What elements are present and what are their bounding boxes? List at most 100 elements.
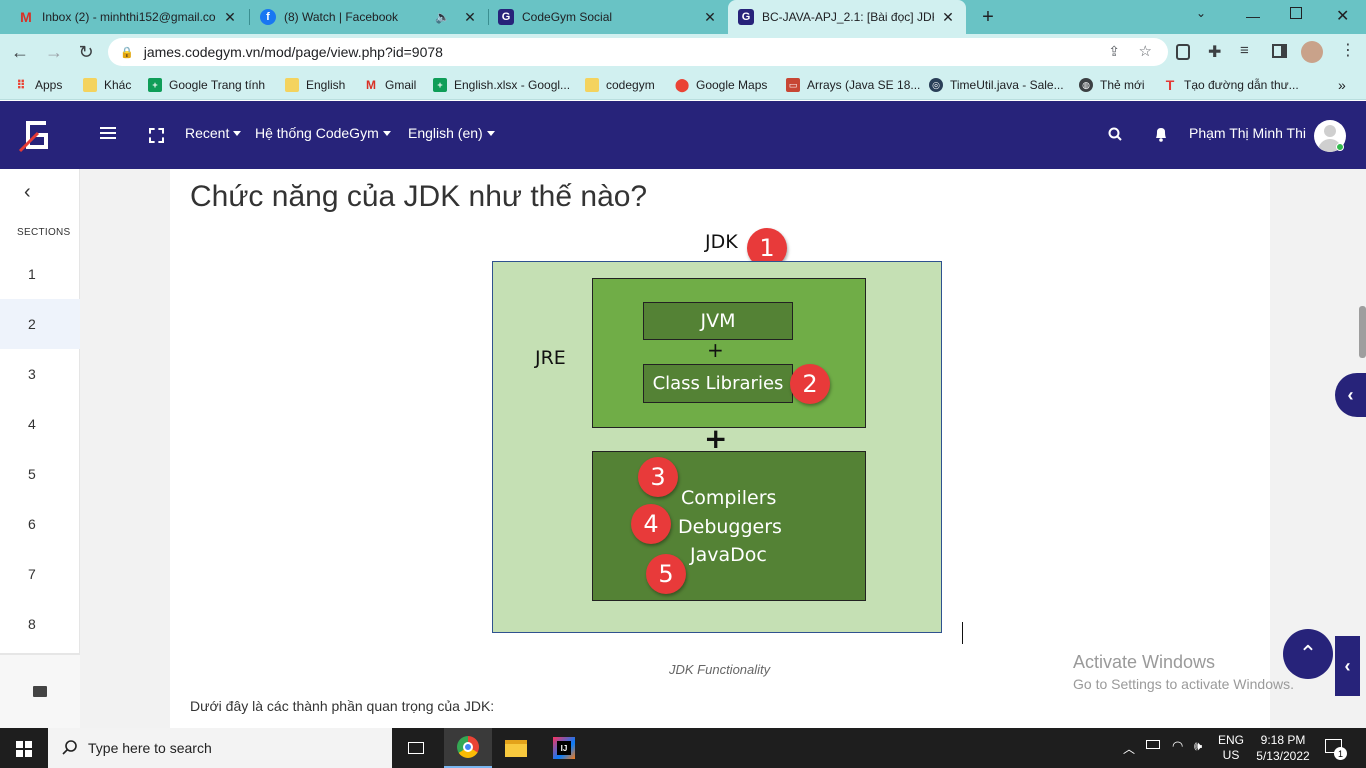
chevron-left-icon: ‹ bbox=[1344, 655, 1351, 676]
page-scrollbar-thumb[interactable] bbox=[1359, 306, 1366, 358]
bookmark-star-icon[interactable]: ☆ bbox=[1139, 42, 1152, 60]
nav-he-thong[interactable]: Hệ thống CodeGym bbox=[255, 125, 391, 141]
tab-facebook[interactable]: f (8) Watch | Facebook 🔈 ✕ bbox=[250, 0, 488, 34]
section-link-5[interactable]: 5 bbox=[0, 449, 80, 499]
chrome-taskbar-icon[interactable] bbox=[444, 728, 492, 768]
section-link-7[interactable]: 7 bbox=[0, 549, 80, 599]
bookmark-khac[interactable]: Khác bbox=[83, 76, 131, 94]
tab-title: (8) Watch | Facebook bbox=[284, 10, 399, 24]
bookmark-tao-duong-dan[interactable]: T Tạo đường dẫn thư... bbox=[1163, 76, 1299, 94]
side-panel-icon[interactable] bbox=[1272, 44, 1287, 58]
new-tab-icon[interactable]: + bbox=[976, 5, 1000, 29]
bookmark-label: Tạo đường dẫn thư... bbox=[1184, 78, 1299, 92]
bookmark-timeutil[interactable]: ◎ TimeUtil.java - Sale... bbox=[929, 76, 1064, 94]
close-tab-icon[interactable]: ✕ bbox=[702, 9, 718, 26]
diagram-compilers: Compilers bbox=[681, 487, 777, 509]
intellij-idea-icon[interactable]: IJ bbox=[540, 728, 588, 768]
fullscreen-icon[interactable] bbox=[149, 128, 164, 143]
clock-time: 9:18 PM bbox=[1260, 733, 1306, 747]
tray-chevron-up-icon[interactable]: ︿ bbox=[1123, 740, 1135, 757]
volume-icon[interactable]: 🕪 bbox=[1194, 738, 1202, 754]
course-index-sidebar: ‹ SECTIONS 1 2 3 4 5 6 7 8 bbox=[0, 169, 80, 728]
windows-start-icon[interactable] bbox=[16, 741, 32, 757]
hamburger-menu-icon[interactable] bbox=[100, 125, 116, 139]
bookmark-label: codegym bbox=[606, 78, 655, 92]
bookmark-label: Google Trang tính bbox=[169, 78, 266, 92]
folder-icon bbox=[285, 78, 299, 92]
section-link-3[interactable]: 3 bbox=[0, 349, 80, 399]
back-icon[interactable]: ← bbox=[8, 40, 32, 64]
media-control-icon[interactable]: ≡ bbox=[1240, 42, 1249, 59]
task-view-icon[interactable] bbox=[392, 728, 440, 768]
page-title: Chức năng của JDK như thế nào? bbox=[190, 180, 648, 213]
right-drawer-toggle[interactable]: ‹ bbox=[1335, 636, 1360, 696]
diagram-jre-label: JRE bbox=[535, 347, 566, 369]
search-icon[interactable] bbox=[1108, 127, 1122, 141]
nav-recent[interactable]: Recent bbox=[185, 125, 242, 141]
notification-bell-icon[interactable] bbox=[1154, 126, 1168, 142]
collapse-sidebar-chevron-icon[interactable]: ‹ bbox=[24, 181, 31, 204]
tab-gmail[interactable]: M Inbox (2) - minhthi152@gmail.co ✕ bbox=[8, 0, 248, 34]
profile-avatar[interactable] bbox=[1301, 41, 1323, 63]
language-indicator[interactable]: ENG US bbox=[1218, 733, 1244, 763]
extension-icon[interactable] bbox=[1176, 44, 1190, 60]
tab-codegym-social[interactable]: G CodeGym Social ✕ bbox=[488, 0, 728, 34]
more-bookmarks-icon[interactable]: » bbox=[1338, 76, 1346, 94]
bookmark-label: Google Maps bbox=[696, 78, 768, 92]
lock-icon: 🔒 bbox=[120, 46, 134, 59]
bookmark-english-xlsx[interactable]: + English.xlsx - Googl... bbox=[433, 76, 570, 94]
apps-grid-icon: ⠿ bbox=[16, 78, 26, 92]
bookmarks-bar: ⠿ Apps Khác + Google Trang tính English … bbox=[0, 70, 1366, 100]
share-icon[interactable]: ⇪ bbox=[1108, 43, 1120, 60]
bookmark-gmail[interactable]: M Gmail bbox=[364, 76, 416, 94]
archive-icon[interactable] bbox=[33, 686, 47, 697]
wifi-icon[interactable]: ◠ bbox=[1172, 738, 1183, 754]
user-menu[interactable]: Phạm Thị Minh Thi bbox=[1189, 125, 1306, 141]
bookmark-google-maps[interactable]: ⬤ Google Maps bbox=[675, 76, 768, 94]
oracle-icon: ▭ bbox=[786, 78, 800, 92]
diagram-jre-box bbox=[592, 278, 866, 428]
restore-icon[interactable] bbox=[1290, 7, 1302, 19]
chevron-left-icon: ‹ bbox=[1347, 384, 1354, 405]
close-window-icon[interactable]: ✕ bbox=[1336, 6, 1349, 26]
close-tab-icon[interactable]: ✕ bbox=[940, 9, 956, 26]
nav-language[interactable]: English (en) bbox=[408, 125, 495, 141]
tab-title: Inbox (2) - minhthi152@gmail.co bbox=[42, 10, 216, 24]
browser-toolbar: ← → ↻ 🔒 james.codegym.vn/mod/page/view.p… bbox=[0, 34, 1366, 70]
codegym-logo[interactable] bbox=[16, 115, 56, 155]
menu-kebab-icon[interactable]: ⋮ bbox=[1340, 40, 1356, 60]
close-tab-icon[interactable]: ✕ bbox=[222, 9, 238, 26]
bookmark-english[interactable]: English bbox=[285, 76, 345, 94]
bookmark-the-moi[interactable]: ◍ Thẻ mới bbox=[1079, 76, 1145, 94]
bookmark-label: TimeUtil.java - Sale... bbox=[950, 78, 1064, 92]
speaker-icon[interactable]: 🔈 bbox=[435, 10, 450, 24]
forward-icon[interactable]: → bbox=[42, 40, 66, 64]
bookmark-codegym[interactable]: codegym bbox=[585, 76, 655, 94]
section-link-2[interactable]: 2 bbox=[0, 299, 80, 349]
file-explorer-icon[interactable] bbox=[492, 728, 540, 768]
bookmark-apps[interactable]: ⠿ Apps bbox=[14, 76, 62, 94]
bookmark-label: Khác bbox=[104, 78, 132, 92]
bookmark-google-sheets[interactable]: + Google Trang tính bbox=[148, 76, 265, 94]
reload-icon[interactable]: ↻ bbox=[74, 40, 98, 64]
close-tab-icon[interactable]: ✕ bbox=[462, 9, 478, 26]
section-link-6[interactable]: 6 bbox=[0, 499, 80, 549]
section-link-8[interactable]: 8 bbox=[0, 599, 80, 649]
section-link-1[interactable]: 1 bbox=[0, 249, 80, 299]
bookmark-label: English.xlsx - Googl... bbox=[454, 78, 571, 92]
address-bar[interactable]: 🔒 james.codegym.vn/mod/page/view.php?id=… bbox=[108, 38, 1168, 66]
puzzle-extensions-icon[interactable]: ✚ bbox=[1208, 42, 1221, 62]
online-status-dot bbox=[1336, 143, 1344, 151]
tab-active-bc-java[interactable]: G BC-JAVA-APJ_2.1: [Bài đọc] JDK v ✕ bbox=[728, 0, 966, 34]
sourcetree-icon: ◎ bbox=[929, 78, 943, 92]
clock[interactable]: 9:18 PM 5/13/2022 bbox=[1252, 732, 1314, 764]
section-link-4[interactable]: 4 bbox=[0, 399, 80, 449]
folder-icon bbox=[585, 78, 599, 92]
battery-icon[interactable] bbox=[1146, 740, 1160, 749]
minimize-icon[interactable]: — bbox=[1246, 8, 1260, 24]
diagram-jdk-label: JDK bbox=[705, 231, 738, 253]
bookmark-arrays-java[interactable]: ▭ Arrays (Java SE 18... bbox=[786, 76, 920, 94]
taskbar-search-box[interactable]: Type here to search bbox=[48, 728, 392, 768]
site-navbar: Recent Hệ thống CodeGym English (en) Phạ… bbox=[0, 101, 1366, 169]
tab-search-chevron-icon[interactable]: ⌄ bbox=[1196, 6, 1206, 20]
